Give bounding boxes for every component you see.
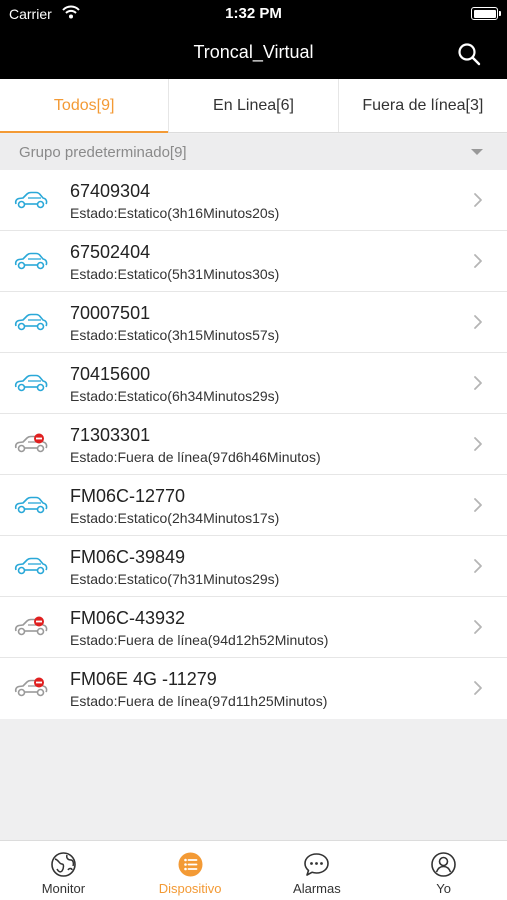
car-icon bbox=[14, 313, 48, 331]
device-list: 67409304 Estado:Estatico(3h16Minutos20s) 6… bbox=[0, 170, 507, 719]
car-icon bbox=[14, 191, 48, 209]
chat-bubble-icon bbox=[304, 853, 330, 876]
device-status: Estado:Fuera de línea(94d12h52Minutos) bbox=[70, 632, 329, 648]
device-row[interactable]: 67502404 Estado:Estatico(5h31Minutos30s) bbox=[0, 231, 507, 292]
page-title: Troncal_Virtual bbox=[193, 42, 314, 62]
status-bar: Carrier 1:32 PM bbox=[0, 0, 507, 28]
device-name: 67502404 bbox=[70, 242, 151, 262]
tabbar-item-dispositivo[interactable]: Dispositivo bbox=[127, 841, 254, 900]
tab-label: En Linea[6] bbox=[213, 96, 294, 114]
bottom-tab-bar: Monitor Dispositivo Alarmas Yo bbox=[0, 840, 507, 900]
device-row[interactable]: 71303301 Estado:Fuera de línea(97d6h46Min… bbox=[0, 414, 507, 475]
tab-all[interactable]: Todos[9] bbox=[0, 79, 170, 133]
chevron-right-icon bbox=[474, 376, 482, 390]
clock: 1:32 PM bbox=[225, 5, 282, 22]
device-row[interactable]: 67409304 Estado:Estatico(3h16Minutos20s) bbox=[0, 170, 507, 231]
search-icon[interactable] bbox=[457, 42, 481, 66]
device-name: FM06E 4G -11279 bbox=[70, 669, 217, 689]
chevron-right-icon bbox=[474, 620, 482, 634]
device-name: FM06C-39849 bbox=[70, 547, 186, 567]
top-bar: Carrier 1:32 PM Troncal_Virtual bbox=[0, 0, 507, 79]
globe-icon bbox=[51, 852, 76, 877]
device-status: Estado:Estatico(2h34Minutos17s) bbox=[70, 510, 280, 526]
device-status: Estado:Estatico(3h15Minutos57s) bbox=[70, 327, 280, 343]
device-name: 70007501 bbox=[70, 303, 151, 323]
tab-online[interactable]: En Linea[6] bbox=[169, 79, 339, 132]
tabbar-label: Alarmas bbox=[293, 881, 341, 896]
car-offline-icon bbox=[14, 677, 48, 697]
device-row[interactable]: 70007501 Estado:Estatico(3h15Minutos57s) bbox=[0, 292, 507, 353]
tabbar-item-yo[interactable]: Yo bbox=[380, 841, 507, 900]
device-status: Estado:Fuera de línea(97d11h25Minutos) bbox=[70, 693, 328, 709]
car-icon bbox=[14, 557, 48, 575]
device-row[interactable]: FM06C-39849 Estado:Estatico(7h31Minutos29… bbox=[0, 536, 507, 597]
tab-label: Todos[9] bbox=[53, 96, 115, 114]
car-icon bbox=[14, 496, 48, 514]
device-row[interactable]: FM06C-43932 Estado:Fuera de línea(94d12h5… bbox=[0, 597, 507, 658]
tab-offline[interactable]: Fuera de línea[3] bbox=[339, 79, 507, 132]
chevron-right-icon bbox=[474, 681, 482, 695]
group-header[interactable]: Grupo predeterminado[9] bbox=[0, 134, 507, 170]
device-name: 71303301 bbox=[70, 425, 151, 445]
device-status: Estado:Estatico(3h16Minutos20s) bbox=[70, 205, 280, 221]
chevron-right-icon bbox=[474, 254, 482, 268]
tabbar-label: Dispositivo bbox=[158, 881, 222, 896]
user-icon bbox=[431, 852, 456, 877]
list-icon bbox=[178, 852, 203, 877]
car-offline-icon bbox=[14, 433, 48, 453]
device-name: 70415600 bbox=[70, 364, 151, 384]
device-status: Estado:Fuera de línea(97d6h46Minutos) bbox=[70, 449, 321, 465]
tabbar-label: Yo bbox=[436, 881, 451, 896]
device-name: FM06C-43932 bbox=[70, 608, 186, 628]
chevron-right-icon bbox=[474, 437, 482, 451]
battery-icon bbox=[471, 7, 501, 20]
chevron-right-icon bbox=[474, 498, 482, 512]
device-name: FM06C-12770 bbox=[70, 486, 186, 506]
tabbar-label: Monitor bbox=[41, 881, 86, 896]
tab-label: Fuera de línea[3] bbox=[362, 96, 484, 114]
tabbar-item-monitor[interactable]: Monitor bbox=[0, 841, 127, 900]
chevron-right-icon bbox=[474, 559, 482, 573]
device-status: Estado:Estatico(5h31Minutos30s) bbox=[70, 266, 280, 282]
group-label: Grupo predeterminado[9] bbox=[19, 144, 187, 161]
chevron-right-icon bbox=[474, 193, 482, 207]
car-offline-icon bbox=[14, 616, 48, 636]
device-row[interactable]: 70415600 Estado:Estatico(6h34Minutos29s) bbox=[0, 353, 507, 414]
device-status: Estado:Estatico(7h31Minutos29s) bbox=[70, 571, 280, 587]
device-row[interactable]: FM06E 4G -11279 Estado:Fuera de línea(97d… bbox=[0, 658, 507, 719]
chevron-right-icon bbox=[474, 315, 482, 329]
car-icon bbox=[14, 374, 48, 392]
device-row[interactable]: FM06C-12770 Estado:Estatico(2h34Minutos17… bbox=[0, 475, 507, 536]
tabbar-item-alarmas[interactable]: Alarmas bbox=[254, 841, 381, 900]
device-status: Estado:Estatico(6h34Minutos29s) bbox=[70, 388, 280, 404]
filter-tabs: Todos[9] En Linea[6] Fuera de línea[3] bbox=[0, 79, 507, 133]
caret-down-icon bbox=[471, 149, 483, 155]
car-icon bbox=[14, 252, 48, 270]
device-name: 67409304 bbox=[70, 181, 151, 201]
